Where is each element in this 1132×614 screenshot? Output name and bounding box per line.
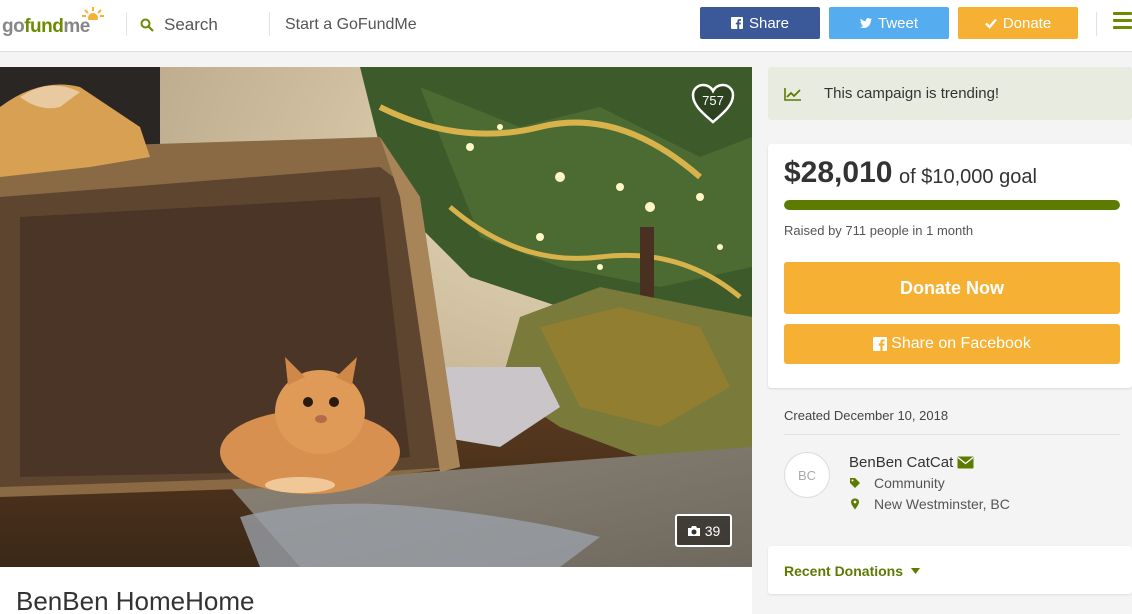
caret-down-icon xyxy=(911,568,921,574)
logo-go: go xyxy=(2,16,25,37)
check-icon xyxy=(984,18,997,29)
logo-me: me xyxy=(63,16,90,37)
header-divider xyxy=(126,12,127,36)
share-on-facebook-button[interactable]: Share on Facebook xyxy=(784,324,1120,364)
tweet-button[interactable]: Tweet xyxy=(829,7,949,39)
campaign-hero-image[interactable] xyxy=(0,67,752,567)
start-gofundme-link[interactable]: Start a GoFundMe xyxy=(285,16,417,34)
progress-bar xyxy=(784,200,1120,210)
organizer-location: New Westminster, BC xyxy=(849,496,1010,512)
photo-gallery-button[interactable]: 39 xyxy=(675,514,732,547)
photo-count-label: 39 xyxy=(704,522,721,539)
share-button[interactable]: Share xyxy=(700,7,820,39)
organizer-name[interactable]: BenBen CatCat xyxy=(849,454,974,471)
goal-amount: of $10,000 goal xyxy=(899,166,1037,188)
trending-chart-icon xyxy=(784,87,801,101)
donate-button[interactable]: Donate xyxy=(958,7,1078,39)
logo-fund: fund xyxy=(24,16,64,37)
share-on-facebook-label: Share on Facebook xyxy=(891,335,1031,352)
trending-text: This campaign is trending! xyxy=(824,85,1000,102)
amount-raised: $28,010 xyxy=(784,156,893,189)
donate-label: Donate xyxy=(1002,14,1052,32)
organizer-name-label: BenBen CatCat xyxy=(849,454,954,471)
hero-photo-illustration xyxy=(0,67,752,567)
location-label: New Westminster, BC xyxy=(874,496,1010,512)
recent-donations-label: Recent Donations xyxy=(784,563,904,579)
created-date: Created December 10, 2018 xyxy=(784,408,949,423)
map-pin-icon xyxy=(851,498,859,510)
campaign-title: BenBen HomeHome xyxy=(16,586,255,614)
top-header: gofundme Search Start a GoFundMe Share T… xyxy=(0,0,1132,52)
recent-donations-toggle[interactable]: Recent Donations xyxy=(784,563,921,579)
logo-wordmark: gofundme xyxy=(2,16,90,38)
heart-count: 757 xyxy=(702,93,724,108)
raised-by-text: Raised by 711 people in 1 month xyxy=(784,223,974,238)
search-label: Search xyxy=(164,15,218,34)
header-divider xyxy=(1096,12,1097,36)
facebook-icon xyxy=(873,337,888,351)
header-divider xyxy=(269,12,270,36)
trending-banner: This campaign is trending! xyxy=(768,67,1132,120)
share-label: Share xyxy=(748,14,790,32)
facebook-icon xyxy=(730,17,743,29)
donate-now-button[interactable]: Donate Now xyxy=(784,262,1120,314)
twitter-icon xyxy=(859,18,872,28)
avatar[interactable]: BC xyxy=(784,452,830,498)
section-divider xyxy=(784,434,1120,435)
tag-icon xyxy=(850,478,860,488)
category-label[interactable]: Community xyxy=(874,475,945,491)
envelope-icon[interactable] xyxy=(957,456,974,469)
search-link[interactable]: Search xyxy=(140,14,218,36)
progress-bar-fill xyxy=(784,200,1120,210)
organizer-category: Community xyxy=(849,475,945,491)
menu-icon[interactable] xyxy=(1113,12,1132,32)
gofundme-logo[interactable]: gofundme xyxy=(2,6,110,42)
camera-icon xyxy=(687,525,700,536)
search-icon xyxy=(140,18,154,32)
tweet-label: Tweet xyxy=(877,14,919,32)
